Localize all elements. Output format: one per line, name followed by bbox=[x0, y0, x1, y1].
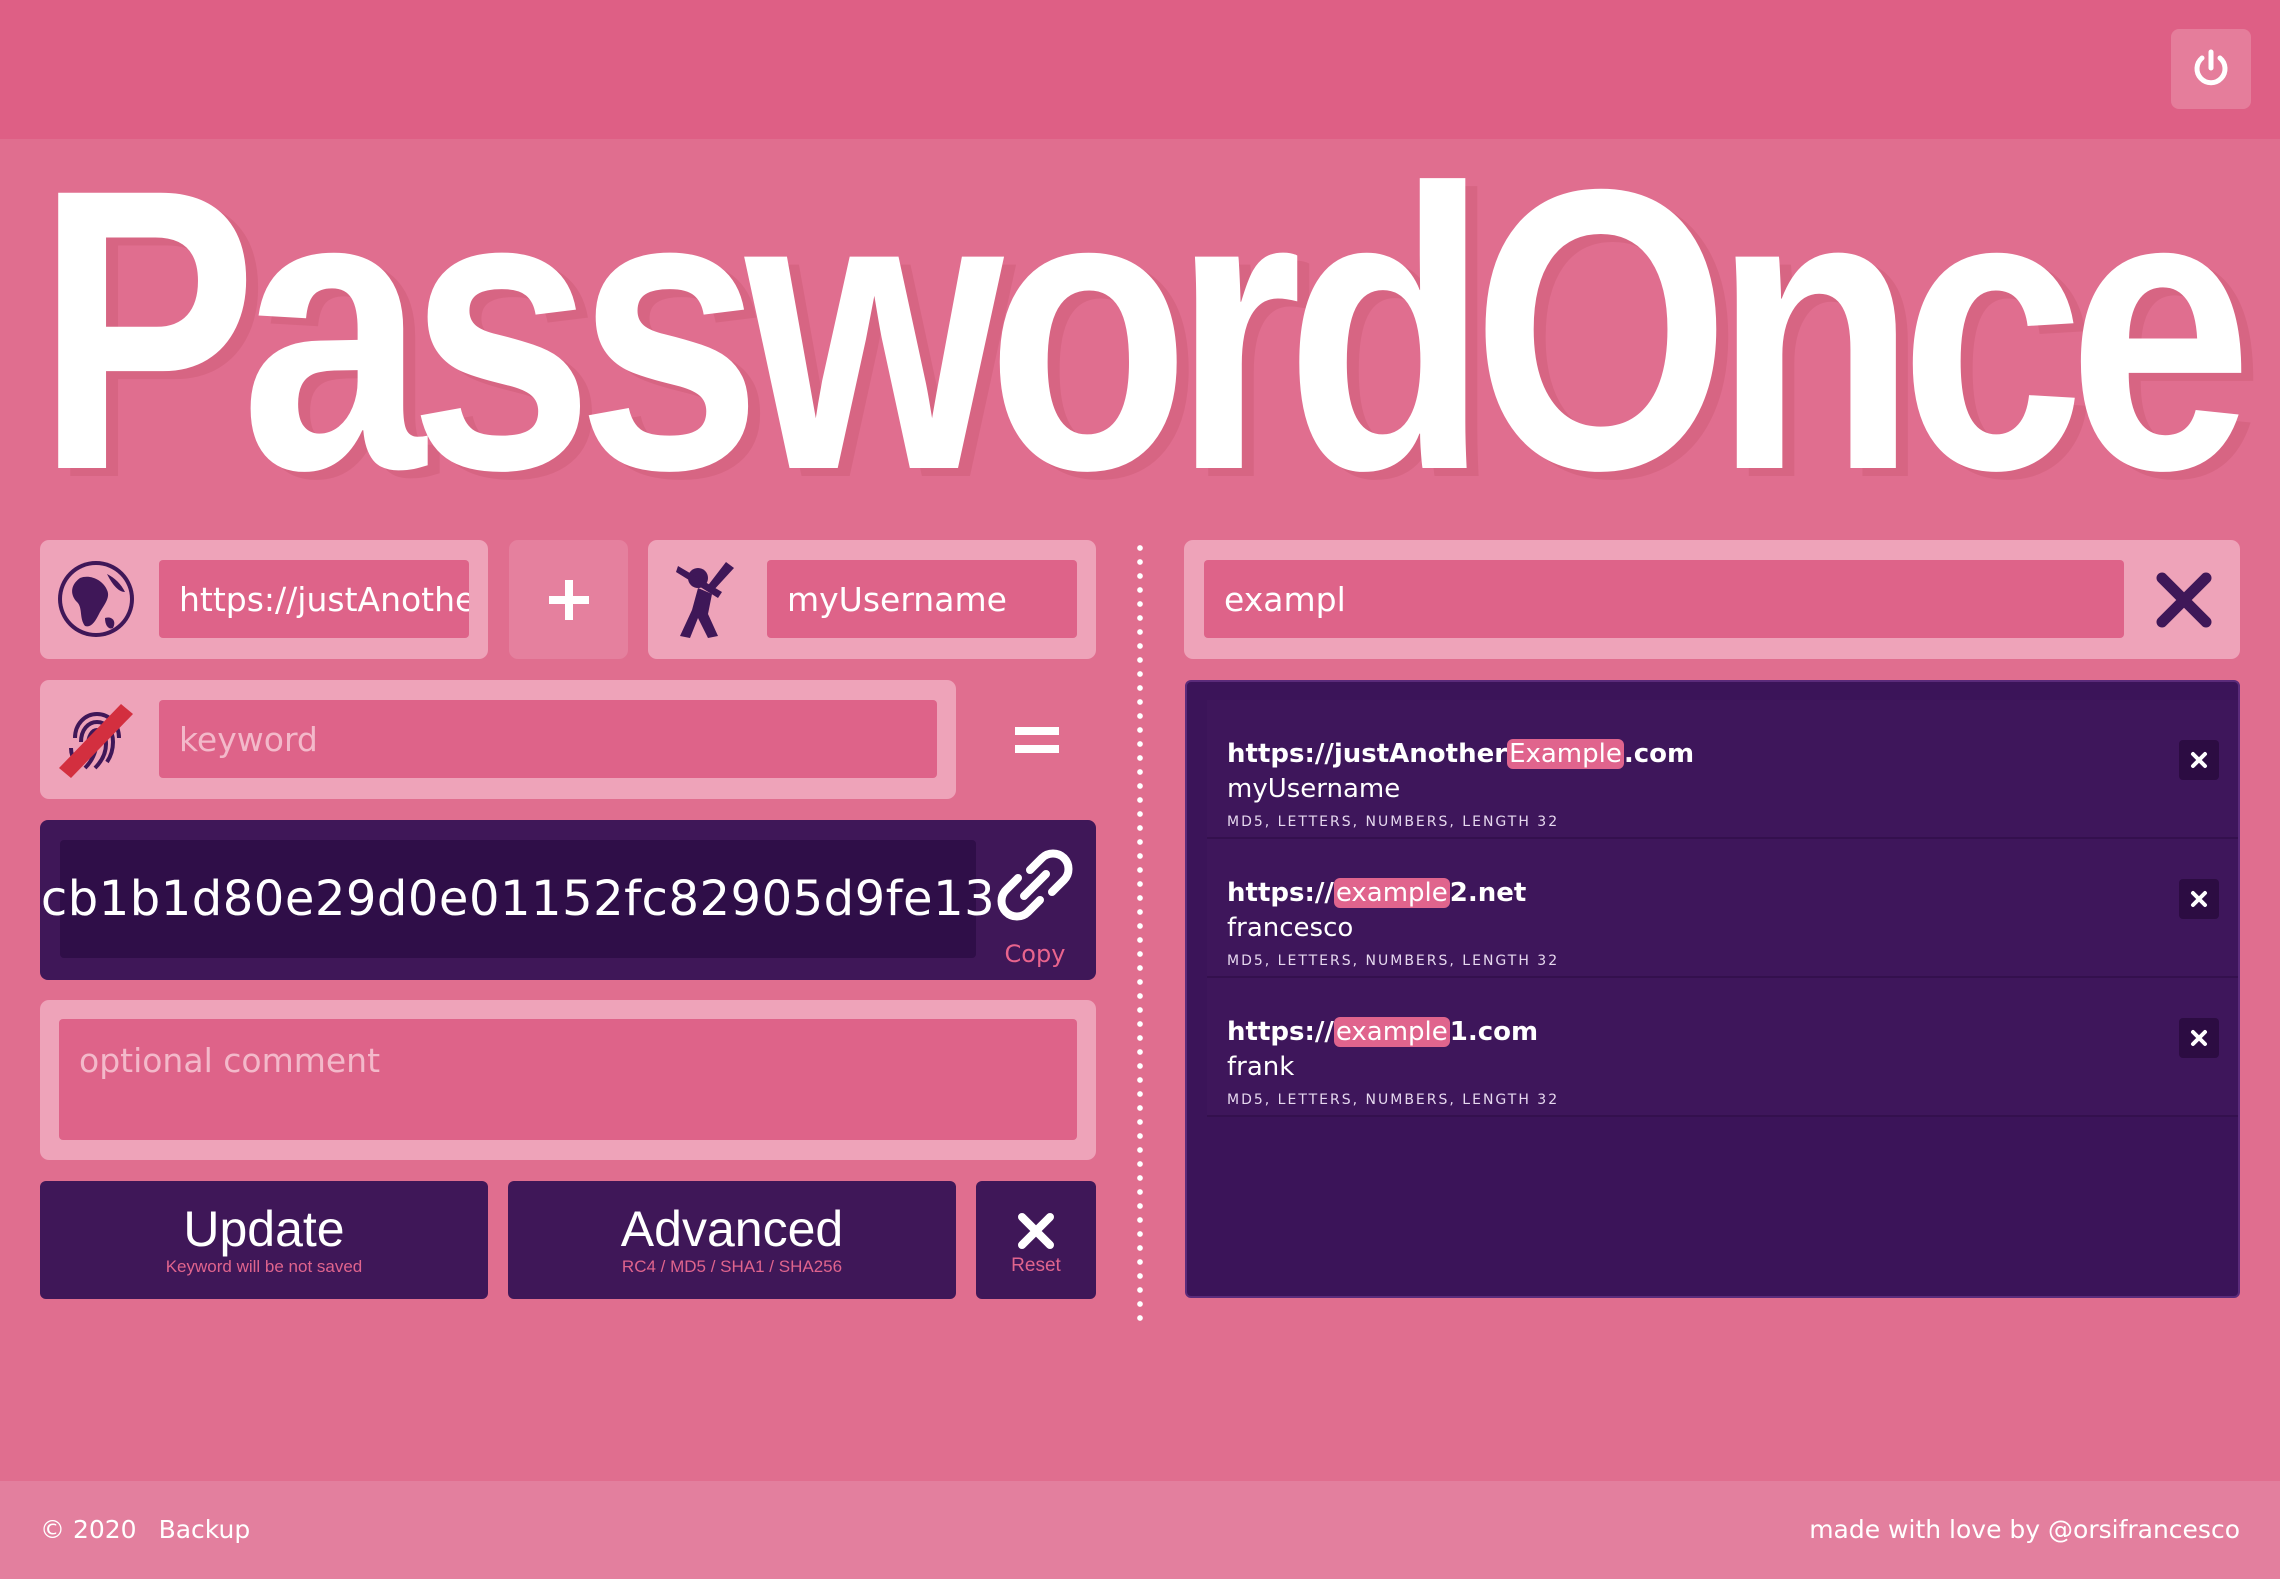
link-icon bbox=[997, 849, 1073, 921]
username-group: myUsername bbox=[648, 540, 1096, 659]
keyword-group: keyword bbox=[40, 680, 956, 799]
copy-button[interactable]: Copy bbox=[988, 840, 1082, 968]
close-icon bbox=[2191, 891, 2207, 907]
clear-search-button[interactable] bbox=[2144, 560, 2224, 640]
close-icon bbox=[2191, 752, 2207, 768]
update-label: Update bbox=[183, 1201, 345, 1257]
list-item[interactable]: https://example2.net francesco MD5, LETT… bbox=[1207, 839, 2238, 978]
delete-button[interactable] bbox=[2179, 879, 2219, 919]
list-item[interactable]: https://justAnotherExample.com myUsernam… bbox=[1207, 700, 2238, 839]
delete-button[interactable] bbox=[2179, 1018, 2219, 1058]
close-icon bbox=[1018, 1213, 1054, 1249]
globe-icon bbox=[55, 558, 137, 640]
result-username: frank bbox=[1227, 1052, 1295, 1082]
power-button[interactable] bbox=[2171, 29, 2251, 109]
credit-link[interactable]: made with love by @orsifrancesco bbox=[1809, 1515, 2240, 1544]
close-icon bbox=[2191, 1030, 2207, 1046]
advanced-button[interactable]: Advanced RC4 / MD5 / SHA1 / SHA256 bbox=[508, 1181, 956, 1299]
copy-label: Copy bbox=[1004, 940, 1066, 968]
footer: © 2020 Backup made with love by @orsifran… bbox=[0, 1481, 2280, 1579]
logo-text: PasswordOnce bbox=[36, 138, 2244, 498]
column-divider bbox=[1137, 541, 1143, 1327]
top-bar bbox=[0, 0, 2280, 139]
advanced-sublabel: RC4 / MD5 / SHA1 / SHA256 bbox=[621, 1257, 843, 1276]
update-sublabel: Keyword will be not saved bbox=[165, 1257, 363, 1276]
result-username: myUsername bbox=[1227, 774, 1401, 804]
search-group: exampl bbox=[1184, 540, 2240, 659]
add-button[interactable] bbox=[509, 540, 628, 659]
result-url: https://example1.com bbox=[1227, 1017, 1539, 1047]
comment-group: optional comment bbox=[40, 1000, 1096, 1160]
result-url: https://justAnotherExample.com bbox=[1227, 739, 1695, 769]
list-item[interactable]: https://example1.com frank MD5, LETTERS,… bbox=[1207, 978, 2238, 1117]
power-icon bbox=[2194, 49, 2228, 86]
copyright: © 2020 bbox=[40, 1515, 137, 1544]
password-output[interactable]: cb1b1d80e29d0e01152fc82905d9fe13 bbox=[41, 840, 995, 958]
backup-link[interactable]: Backup bbox=[159, 1515, 251, 1544]
result-meta: MD5, LETTERS, NUMBERS, LENGTH 32 bbox=[1227, 1092, 1560, 1108]
search-input[interactable]: exampl bbox=[1204, 560, 2124, 638]
results-list: https://justAnotherExample.com myUsernam… bbox=[1185, 680, 2240, 1298]
password-output-panel: cb1b1d80e29d0e01152fc82905d9fe13 Copy bbox=[40, 820, 1096, 980]
site-group: https://justAnothe bbox=[40, 540, 488, 659]
reset-button[interactable]: Reset bbox=[976, 1181, 1096, 1299]
delete-button[interactable] bbox=[2179, 740, 2219, 780]
keyword-input[interactable]: keyword bbox=[159, 700, 937, 778]
plus-icon bbox=[548, 579, 589, 620]
update-button[interactable]: Update Keyword will be not saved bbox=[40, 1181, 488, 1299]
result-url: https://example2.net bbox=[1227, 878, 1527, 908]
app-logo: PasswordOnce PasswordOnce bbox=[30, 138, 2260, 498]
close-icon bbox=[2156, 572, 2212, 628]
advanced-label: Advanced bbox=[620, 1201, 844, 1257]
username-input[interactable]: myUsername bbox=[767, 560, 1077, 638]
result-username: francesco bbox=[1227, 913, 1354, 943]
result-meta: MD5, LETTERS, NUMBERS, LENGTH 32 bbox=[1227, 953, 1560, 969]
fingerprint-off-icon bbox=[55, 698, 137, 780]
user-dab-icon bbox=[668, 558, 748, 640]
equals-icon bbox=[997, 700, 1077, 780]
site-input[interactable]: https://justAnothe bbox=[159, 560, 469, 638]
result-meta: MD5, LETTERS, NUMBERS, LENGTH 32 bbox=[1227, 814, 1560, 830]
reset-label: Reset bbox=[1011, 1255, 1061, 1276]
comment-input[interactable]: optional comment bbox=[59, 1019, 1077, 1140]
